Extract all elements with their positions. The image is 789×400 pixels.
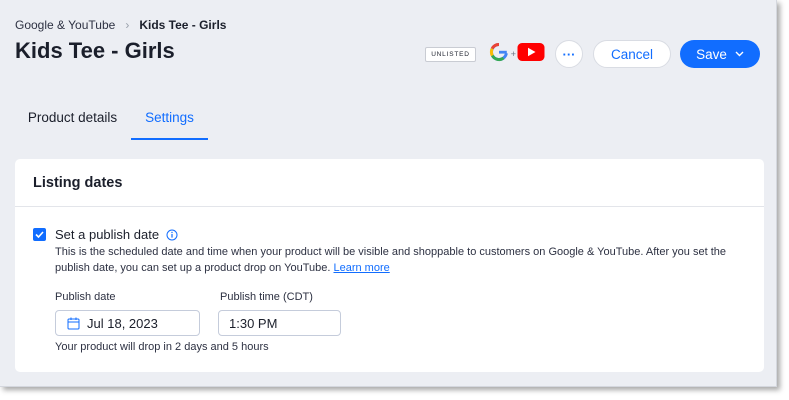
drop-countdown-note: Your product will drop in 2 days and 5 h…: [55, 341, 269, 353]
publish-time-label: Publish time (CDT): [220, 291, 313, 303]
google-icon-graphic: [489, 42, 508, 61]
info-icon[interactable]: [166, 229, 178, 241]
publish-date-input[interactable]: Jul 18, 2023: [55, 310, 200, 336]
publish-date-description-text: This is the scheduled date and time when…: [55, 246, 726, 274]
publish-date-label: Publish date: [55, 291, 116, 303]
youtube-icon: [517, 42, 545, 67]
checkmark-icon: [35, 231, 44, 238]
chevron-right-icon: ›: [125, 18, 130, 32]
publish-date-checkbox[interactable]: [33, 228, 46, 241]
app-window: Google & YouTube › Kids Tee - Girls Kids…: [0, 0, 777, 387]
breadcrumb-link-google-youtube[interactable]: Google & YouTube: [15, 18, 115, 32]
channel-icons: +: [488, 41, 545, 68]
save-button[interactable]: Save: [680, 40, 760, 68]
publish-time-value: 1:30 PM: [229, 315, 278, 331]
learn-more-link[interactable]: Learn more: [333, 262, 389, 274]
plus-icon: +: [510, 49, 516, 59]
calendar-icon: [67, 317, 80, 329]
tab-settings[interactable]: Settings: [131, 96, 208, 140]
cancel-button[interactable]: Cancel: [593, 40, 671, 68]
publish-date-option-label: Set a publish date: [55, 227, 160, 242]
status-badge: UNLISTED: [425, 46, 476, 62]
save-button-label: Save: [696, 46, 727, 62]
card-title: Listing dates: [33, 174, 123, 191]
breadcrumb-current: Kids Tee - Girls: [139, 18, 227, 32]
publish-date-description: This is the scheduled date and time when…: [55, 245, 745, 276]
card-header: Listing dates: [15, 159, 764, 207]
publish-date-value: Jul 18, 2023: [87, 315, 158, 331]
google-icon: [488, 41, 510, 68]
tab-product-details[interactable]: Product details: [15, 96, 130, 138]
youtube-icon-graphic: [517, 42, 545, 61]
breadcrumb: Google & YouTube › Kids Tee - Girls: [15, 18, 226, 32]
chevron-down-icon: [735, 51, 744, 57]
page-title: Kids Tee - Girls: [15, 38, 175, 63]
publish-time-input[interactable]: 1:30 PM: [218, 310, 341, 336]
header-actions: UNLISTED + ··· Cancel Save: [425, 40, 760, 68]
listing-dates-card: Listing dates Set a publish date This is…: [15, 159, 764, 372]
tab-bar: Product details Settings: [15, 96, 764, 140]
more-actions-button[interactable]: ···: [555, 40, 583, 68]
publish-date-option: Set a publish date: [55, 227, 178, 242]
